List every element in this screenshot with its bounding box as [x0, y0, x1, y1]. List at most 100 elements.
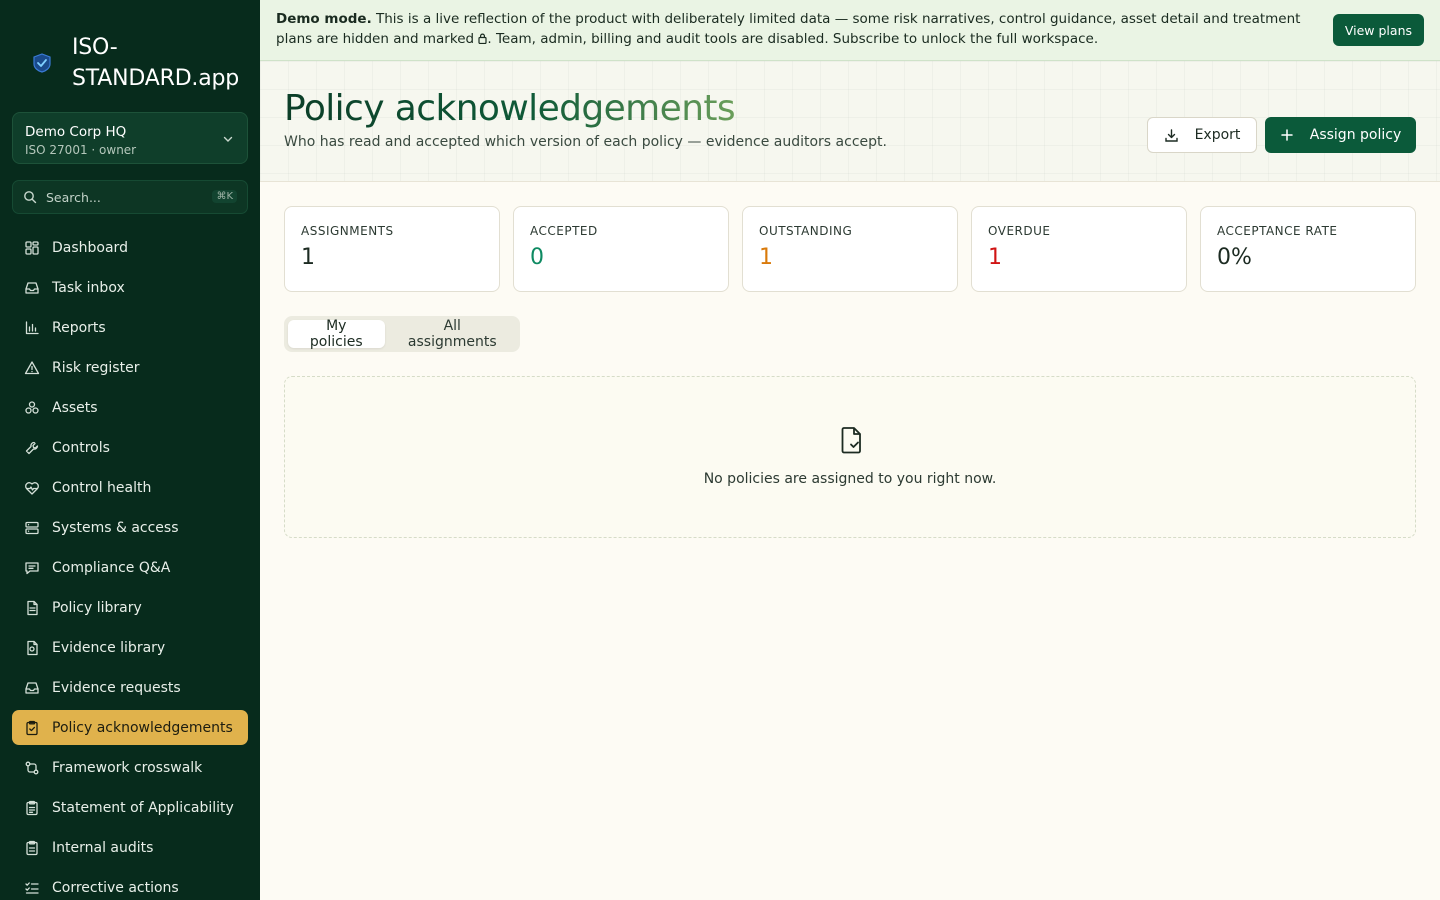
sidebar-item-label: Policy library — [52, 599, 142, 616]
sidebar-item-evidence-requests[interactable]: Evidence requests — [12, 670, 248, 705]
stat-label: Acceptance rate — [1217, 224, 1338, 238]
sidebar-item-label: Systems & access — [52, 519, 179, 536]
empty-state: No policies are assigned to you right no… — [284, 376, 1416, 538]
sidebar-item-assets[interactable]: Assets — [12, 390, 248, 425]
search-shortcut: ⌘K — [212, 190, 237, 203]
bar-chart-icon — [25, 320, 39, 334]
assign-policy-label: Assign policy — [1309, 127, 1402, 143]
stat-label: Accepted — [530, 224, 598, 238]
inbox-icon — [25, 281, 39, 294]
sidebar-item-label: Corrective actions — [52, 879, 179, 896]
page-title: Policy acknowledgements — [284, 88, 736, 129]
sidebar-item-systems-access[interactable]: Systems & access — [12, 510, 248, 545]
sidebar-item-label: Control health — [52, 479, 152, 496]
sidebar-item-controls[interactable]: Controls — [12, 430, 248, 465]
file-check-icon — [841, 427, 861, 454]
sidebar-item-label: Framework crosswalk — [52, 759, 203, 776]
chat-icon — [25, 561, 39, 574]
stat-label: Outstanding — [759, 224, 853, 238]
sidebar-item-label: Evidence library — [52, 639, 166, 656]
sidebar-item-policy-acknowledgements[interactable]: Policy acknowledgements — [12, 710, 248, 745]
brand-name: ISO-STANDARD.app — [72, 35, 240, 91]
sidebar-item-task-inbox[interactable]: Task inbox — [12, 270, 248, 305]
stat-value: 1 — [759, 245, 773, 270]
download-icon — [1164, 128, 1178, 142]
stat-value: 0% — [1217, 245, 1252, 270]
sidebar-item-label: Dashboard — [52, 239, 128, 256]
sidebar-item-corrective-actions[interactable]: Corrective actions — [12, 870, 248, 900]
stats-row: Assignments 1 Accepted 0 Outstanding 1 Overdue… — [284, 206, 1416, 292]
wrench-icon — [25, 441, 39, 454]
sidebar-item-compliance-q-a[interactable]: Compliance Q&A — [12, 550, 248, 585]
document-icon — [27, 600, 38, 615]
sidebar-item-label: Policy acknowledgements — [52, 719, 233, 736]
org-name: Demo Corp HQ — [25, 124, 127, 140]
stat-value: 1 — [301, 245, 315, 270]
sidebar: ISO-STANDARD.app Demo Corp HQ ISO 27001 … — [0, 0, 260, 900]
warning-triangle-icon — [24, 360, 40, 374]
org-switcher[interactable]: Demo Corp HQ ISO 27001 · owner — [12, 112, 248, 164]
clipboard-icon — [26, 840, 38, 855]
stat-label: Overdue — [988, 224, 1051, 238]
search-placeholder: Search... — [46, 189, 101, 205]
clipboard-check-icon — [26, 720, 38, 735]
brand-logo-icon — [33, 53, 51, 73]
sidebar-item-label: Task inbox — [52, 279, 125, 296]
stat-card-accepted: Accepted 0 — [513, 206, 729, 292]
org-subtitle: ISO 27001 · owner — [25, 143, 137, 157]
stat-label: Assignments — [301, 224, 394, 238]
sidebar-item-label: Statement of Applicability — [52, 799, 234, 816]
list-checks-icon — [25, 881, 39, 894]
export-button[interactable]: Export — [1147, 117, 1257, 153]
empty-message: No policies are assigned to you right no… — [703, 471, 997, 487]
stat-card-assignments: Assignments 1 — [284, 206, 500, 292]
server-icon — [25, 521, 39, 534]
plus-icon — [1281, 129, 1293, 141]
sidebar-item-label: Reports — [52, 319, 106, 336]
clipboard-list-icon — [26, 800, 38, 815]
inbox-icon — [25, 681, 39, 694]
demo-banner: Demo mode. This is a live reflection of … — [260, 0, 1440, 61]
heart-pulse-icon — [25, 481, 39, 495]
sidebar-item-evidence-library[interactable]: Evidence library — [12, 630, 248, 665]
view-plans-button[interactable]: View plans — [1332, 14, 1424, 46]
page-header: Policy acknowledgements Who has read and… — [260, 61, 1440, 182]
search-icon — [24, 191, 37, 204]
chevron-down-icon — [223, 136, 233, 142]
boxes-icon — [25, 400, 39, 414]
sidebar-item-dashboard[interactable]: Dashboard — [12, 230, 248, 265]
file-badge-icon — [27, 640, 38, 655]
assign-policy-button[interactable]: Assign policy — [1265, 117, 1416, 153]
search-input[interactable]: Search... ⌘K — [12, 180, 248, 214]
sidebar-item-framework-crosswalk[interactable]: Framework crosswalk — [12, 750, 248, 785]
stat-card-outstanding: Outstanding 1 — [742, 206, 958, 292]
tab-all-assignments[interactable]: All assignments — [389, 318, 516, 350]
sidebar-item-reports[interactable]: Reports — [12, 310, 248, 345]
git-compare-icon — [25, 761, 39, 774]
banner-lead: Demo mode. — [276, 11, 372, 27]
sidebar-nav: Dashboard Task inbox Reports Risk register A… — [0, 230, 260, 900]
sidebar-item-label: Controls — [52, 439, 110, 456]
banner-text: Demo mode. This is a live reflection of … — [276, 9, 1326, 49]
sidebar-item-control-health[interactable]: Control health — [12, 470, 248, 505]
tab-my-policies[interactable]: My policies — [288, 318, 385, 350]
sidebar-item-label: Compliance Q&A — [52, 559, 171, 576]
stat-card-overdue: Overdue 1 — [971, 206, 1187, 292]
view-tabs: My policies All assignments — [284, 316, 520, 352]
stat-value: 1 — [988, 245, 1002, 270]
sidebar-item-policy-library[interactable]: Policy library — [12, 590, 248, 625]
sidebar-item-label: Internal audits — [52, 839, 154, 856]
dashboard-icon — [25, 240, 39, 255]
export-label: Export — [1194, 127, 1241, 143]
stat-value: 0 — [530, 245, 544, 270]
sidebar-item-label: Assets — [52, 399, 98, 416]
sidebar-item-label: Evidence requests — [52, 679, 181, 696]
sidebar-item-internal-audits[interactable]: Internal audits — [12, 830, 248, 865]
brand[interactable]: ISO-STANDARD.app — [0, 0, 260, 100]
sidebar-item-label: Risk register — [52, 359, 140, 376]
sidebar-item-statement-of-applicability[interactable]: Statement of Applicability — [12, 790, 248, 825]
sidebar-item-risk-register[interactable]: Risk register — [12, 350, 248, 385]
page-subtitle: Who has read and accepted which version … — [284, 134, 887, 150]
banner-text-2: . Team, admin, billing and audit tools a… — [487, 31, 1099, 47]
stat-card-acceptance-rate: Acceptance rate 0% — [1200, 206, 1416, 292]
